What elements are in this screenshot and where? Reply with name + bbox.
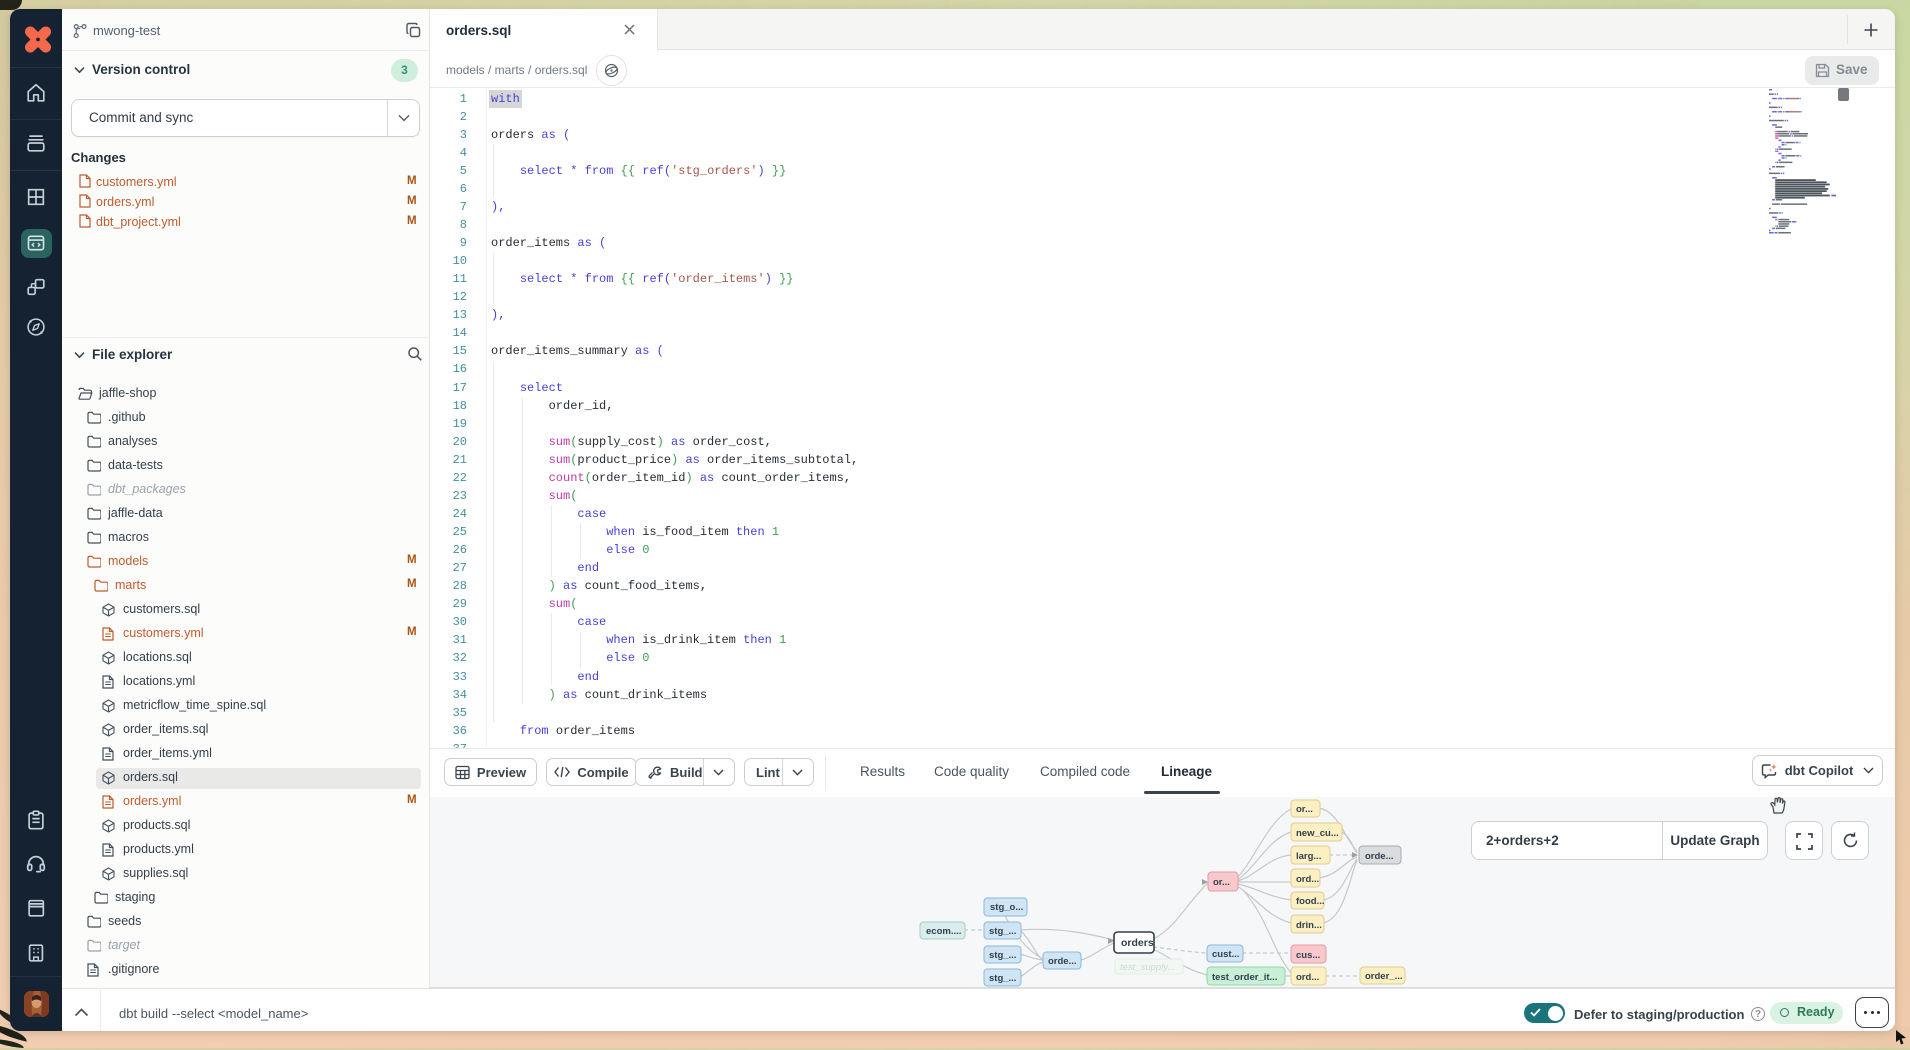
- svg-text:order_...: order_...: [1365, 971, 1403, 982]
- svg-text:test_supply...: test_supply...: [1120, 962, 1175, 973]
- svg-text:orders: orders: [1121, 937, 1154, 949]
- svg-text:ord...: ord...: [1296, 874, 1319, 885]
- svg-text:or...: or...: [1213, 877, 1230, 888]
- svg-text:cust...: cust...: [1212, 949, 1239, 960]
- svg-text:ord...: ord...: [1296, 972, 1319, 983]
- svg-text:orde...: orde...: [1048, 956, 1077, 967]
- svg-text:drin...: drin...: [1296, 920, 1322, 931]
- svg-text:test_order_it...: test_order_it...: [1212, 972, 1277, 983]
- svg-text:stg_...: stg_...: [989, 950, 1016, 961]
- svg-text:stg_...: stg_...: [989, 973, 1016, 984]
- svg-text:stg_o...: stg_o...: [990, 902, 1023, 913]
- svg-text:stg_...: stg_...: [989, 926, 1016, 937]
- svg-text:ecom....: ecom....: [926, 926, 961, 937]
- svg-text:new_cu...: new_cu...: [1296, 828, 1339, 839]
- svg-text:larg...: larg...: [1296, 851, 1321, 862]
- svg-text:cus...: cus...: [1296, 950, 1320, 961]
- svg-text:or...: or...: [1296, 804, 1313, 815]
- svg-text:orde...: orde...: [1365, 851, 1394, 862]
- svg-text:food...: food...: [1296, 896, 1325, 907]
